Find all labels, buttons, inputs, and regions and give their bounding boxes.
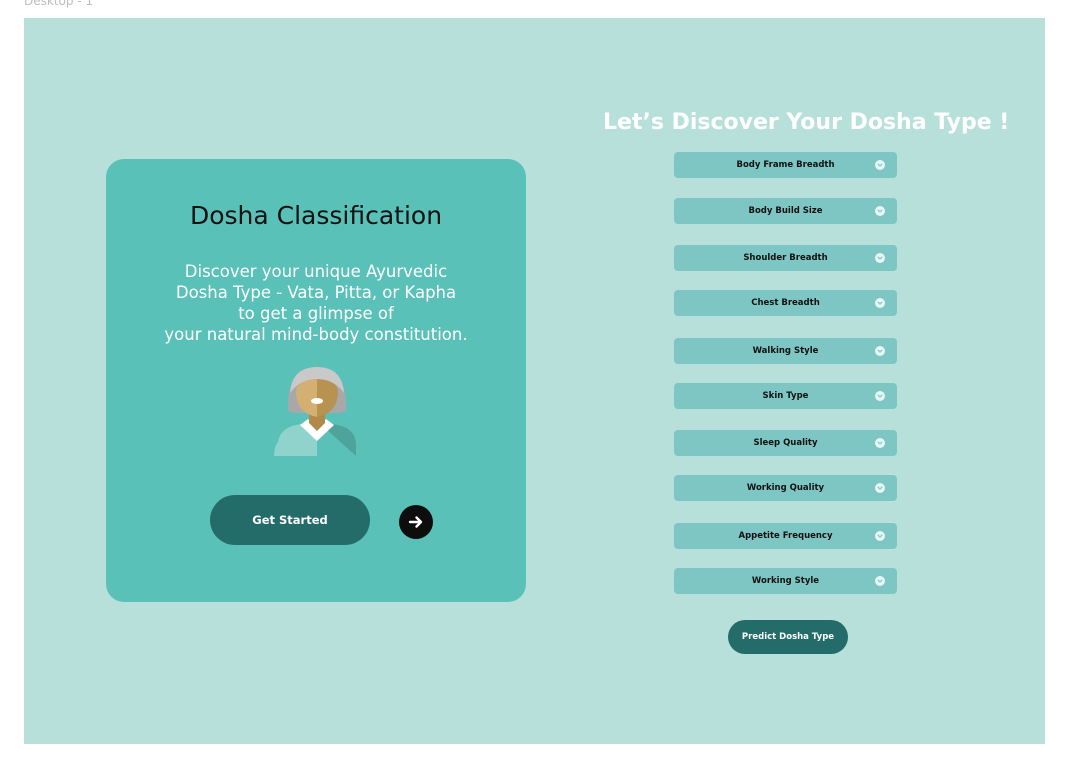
shoulder-breadth-select[interactable]: Shoulder Breadth	[674, 245, 897, 271]
card-description: Discover your unique Ayurvedic Dosha Typ…	[126, 261, 506, 345]
select-label: Chest Breadth	[751, 298, 820, 308]
chevron-down-icon[interactable]	[875, 483, 885, 493]
skin-type-select[interactable]: Skin Type	[674, 383, 897, 409]
arrow-right-icon[interactable]	[399, 505, 433, 539]
select-label: Walking Style	[752, 346, 819, 356]
select-label: Body Build Size	[748, 206, 823, 216]
predict-dosha-type-button[interactable]: Predict Dosha Type	[728, 620, 848, 654]
description-line: Dosha Type - Vata, Pitta, or Kapha	[175, 283, 457, 302]
chest-breadth-select[interactable]: Chest Breadth	[674, 290, 897, 316]
select-label: Skin Type	[762, 391, 809, 401]
chevron-down-icon[interactable]	[875, 438, 885, 448]
select-label: Sleep Quality	[753, 438, 818, 448]
chevron-down-icon[interactable]	[875, 160, 885, 170]
description-line: your natural mind-body constitution.	[164, 325, 468, 344]
select-label: Shoulder Breadth	[743, 253, 828, 263]
body-build-size-select[interactable]: Body Build Size	[674, 198, 897, 224]
page-canvas: Dosha Classification Discover your uniqu…	[24, 18, 1045, 744]
select-label: Working Style	[751, 576, 820, 586]
get-started-button[interactable]: Get Started	[210, 495, 370, 545]
chevron-down-icon[interactable]	[875, 253, 885, 263]
frame-label: Desktop - 1	[24, 0, 94, 8]
card-title: Dosha Classification	[189, 201, 443, 230]
select-label: Body Frame Breadth	[736, 160, 835, 170]
sleep-quality-select[interactable]: Sleep Quality	[674, 430, 897, 456]
chevron-down-icon[interactable]	[875, 346, 885, 356]
working-quality-select[interactable]: Working Quality	[674, 475, 897, 501]
description-line: Discover your unique Ayurvedic	[184, 262, 448, 281]
appetite-frequency-select[interactable]: Appetite Frequency	[674, 523, 897, 549]
walking-style-select[interactable]: Walking Style	[674, 338, 897, 364]
body-frame-breadth-select[interactable]: Body Frame Breadth	[674, 152, 897, 178]
person-avatar-icon	[274, 367, 356, 456]
chevron-down-icon[interactable]	[875, 531, 885, 541]
form-title: Let’s Discover Your Dosha Type !	[603, 110, 1010, 135]
chevron-down-icon[interactable]	[875, 576, 885, 586]
chevron-down-icon[interactable]	[875, 206, 885, 216]
working-style-select[interactable]: Working Style	[674, 568, 897, 594]
intro-card: Dosha Classification Discover your uniqu…	[106, 159, 526, 602]
chevron-down-icon[interactable]	[875, 298, 885, 308]
description-line: to get a glimpse of	[238, 304, 394, 323]
select-label: Working Quality	[746, 483, 825, 493]
chevron-down-icon[interactable]	[875, 391, 885, 401]
select-label: Appetite Frequency	[738, 531, 833, 541]
